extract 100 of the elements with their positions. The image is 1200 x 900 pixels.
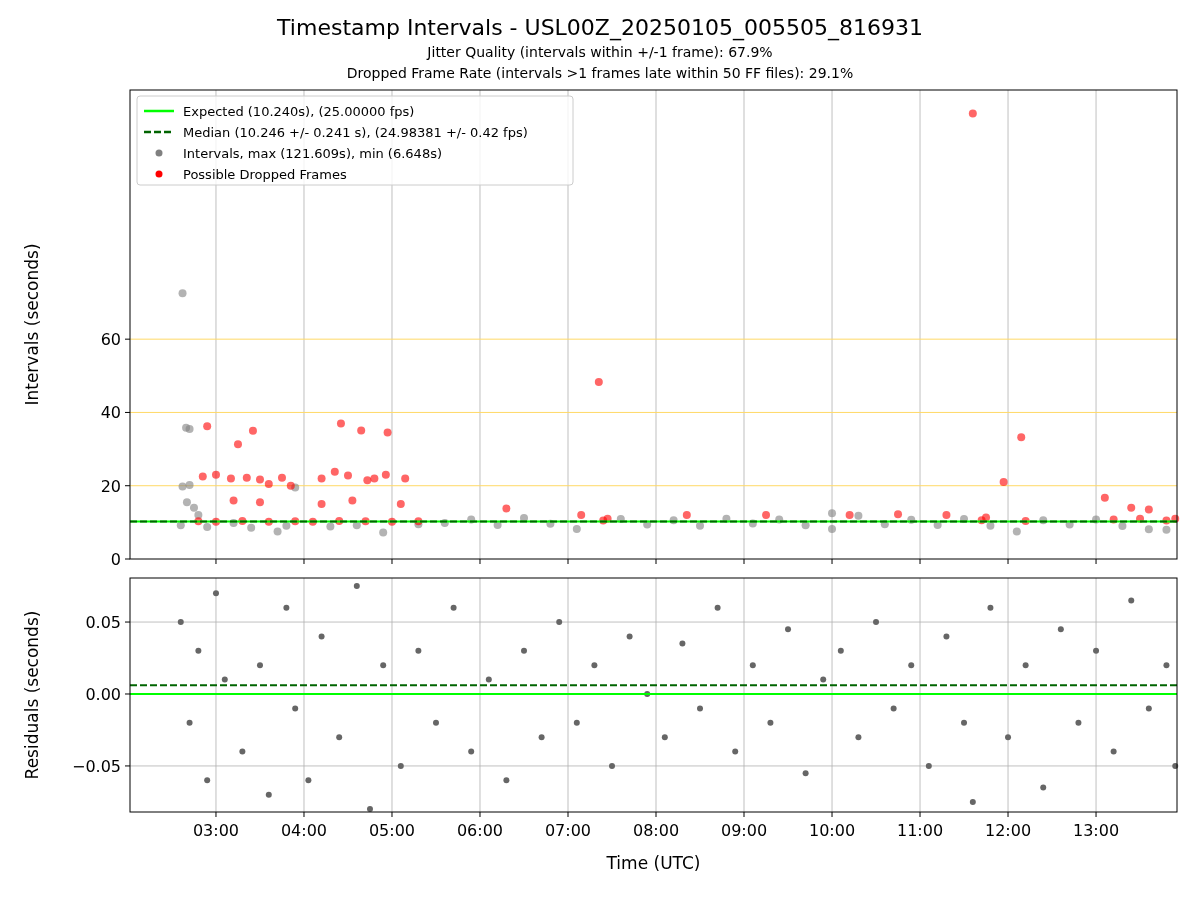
data-point [837,647,844,654]
data-point [556,619,563,626]
data-point [503,777,510,784]
data-point [1162,525,1171,534]
data-point [397,762,404,769]
data-point [344,471,352,480]
data-point [234,440,242,449]
data-point [960,515,969,524]
x-tick-label: 11:00 [896,821,944,840]
x-tick-label: 05:00 [368,821,416,840]
x-tick [1095,558,1097,565]
data-point [353,583,360,590]
data-point [203,422,212,431]
data-point [1171,514,1180,523]
data-point [1093,647,1100,654]
data-point [348,496,357,505]
x-tick [215,558,217,565]
data-point [982,513,991,522]
y-axis-label: Intervals (seconds) [22,243,42,406]
x-tick [655,811,657,818]
x-tick-label: 03:00 [192,821,240,840]
data-point [1012,527,1021,536]
x-tick [567,558,569,565]
data-point [1172,762,1179,769]
data-point [414,520,423,529]
y-tick [124,338,131,340]
data-point [383,428,392,437]
data-point [178,289,187,298]
data-point [283,604,290,611]
data-point [1127,503,1136,512]
data-point [854,511,863,520]
data-point [986,521,995,530]
x-tick [1007,558,1009,565]
data-point [1110,748,1117,755]
data-point [177,619,184,626]
data-point [749,662,756,669]
data-point [363,476,372,485]
data-point [221,676,228,683]
x-tick [919,811,921,818]
x-tick [743,558,745,565]
data-point [820,676,827,683]
data-point [1075,719,1082,726]
x-tick [391,558,393,565]
data-point [785,626,791,633]
data-point [801,521,810,530]
data-point [682,511,691,520]
data-point [318,633,325,640]
data-point [380,662,387,669]
x-tick [391,811,393,818]
x-tick [567,811,569,818]
y-tick [124,693,131,695]
y-tick [124,411,131,413]
x-tick [655,558,657,565]
data-point [714,604,721,611]
data-point [538,734,545,741]
data-point [1144,505,1153,514]
data-point [969,798,976,805]
data-point [396,500,405,509]
data-point [1145,705,1152,712]
data-point [1092,515,1101,524]
data-point [239,748,246,755]
data-point [352,521,361,530]
x-tick [479,558,481,565]
data-point [925,762,932,769]
data-point [1109,515,1118,524]
data-point [599,516,608,525]
x-tick-label: 06:00 [456,821,504,840]
data-point [238,516,247,525]
data-point [361,517,370,526]
data-point [502,504,511,513]
data-point [247,523,256,532]
y-tick-label: 0 [110,550,121,569]
data-point [802,770,809,777]
data-point [450,604,457,611]
data-point [679,640,686,647]
data-point [616,515,625,524]
x-tick-label: 09:00 [720,821,768,840]
data-point [264,517,273,526]
data-point [367,806,373,813]
data-point [317,474,326,483]
x-tick [215,811,217,818]
x-tick [743,811,745,818]
data-point [286,481,295,490]
x-tick-label: 08:00 [632,821,680,840]
data-point [292,705,299,712]
legend-label: Median (10.246 +/- 0.241 s), (24.98381 +/- 0.42 fps) [183,125,528,140]
data-point [415,647,422,654]
legend-label: Possible Dropped Frames [183,167,347,182]
data-point [212,470,220,479]
data-point [198,472,207,481]
data-point [257,662,263,669]
x-tick-label: 13:00 [1073,821,1120,840]
data-point [291,517,300,526]
data-point [1039,516,1048,525]
data-point [317,500,326,509]
x-axis-label: Time (UTC) [606,853,701,873]
data-point [1136,514,1145,523]
data-point [521,647,527,654]
data-point [485,676,492,683]
data-point [775,515,784,524]
